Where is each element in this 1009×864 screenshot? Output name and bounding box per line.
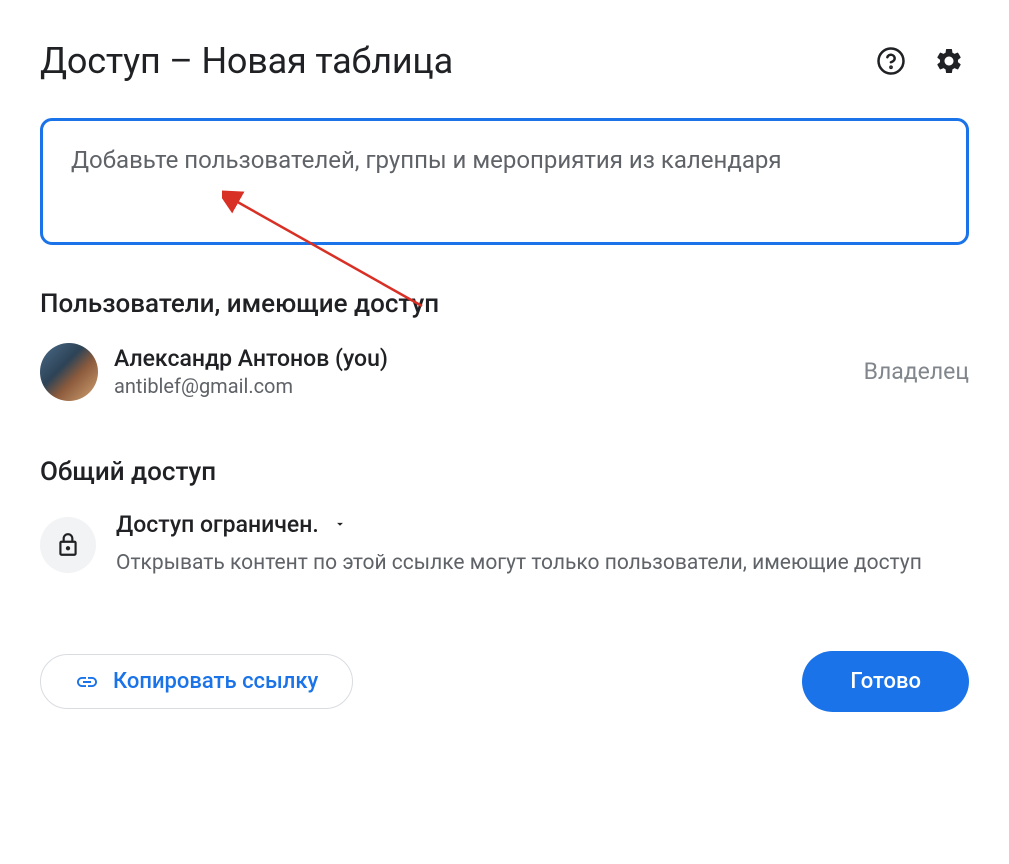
add-people-input[interactable]	[71, 141, 938, 218]
add-people-input-container[interactable]	[40, 118, 969, 245]
chevron-down-icon	[333, 517, 347, 531]
settings-button[interactable]	[929, 41, 969, 81]
copy-link-button[interactable]: Копировать ссылку	[40, 654, 353, 709]
general-access-section: Доступ ограничен. Открывать контент по э…	[40, 511, 969, 580]
users-section-heading: Пользователи, имеющие доступ	[40, 289, 969, 319]
user-email: antiblef@gmail.com	[114, 374, 848, 398]
gear-icon	[934, 46, 964, 76]
link-icon	[75, 670, 99, 694]
lock-icon	[55, 532, 81, 558]
dialog-title: Доступ – Новая таблица	[40, 40, 453, 82]
help-icon	[876, 46, 906, 76]
user-row: Александр Антонов (you) antiblef@gmail.c…	[40, 343, 969, 401]
copy-link-label: Копировать ссылку	[113, 669, 318, 694]
access-icon-circle	[40, 517, 96, 573]
user-info: Александр Антонов (you) antiblef@gmail.c…	[114, 345, 848, 398]
dialog-header: Доступ – Новая таблица	[40, 40, 969, 82]
access-details: Доступ ограничен. Открывать контент по э…	[116, 511, 969, 580]
user-name: Александр Антонов (you)	[114, 345, 848, 372]
header-actions	[871, 41, 969, 81]
access-description: Открывать контент по этой ссылке могут т…	[116, 548, 969, 580]
access-row: Доступ ограничен. Открывать контент по э…	[40, 511, 969, 580]
dialog-footer: Копировать ссылку Готово	[40, 651, 969, 712]
help-button[interactable]	[871, 41, 911, 81]
access-mode-label: Доступ ограничен.	[116, 511, 319, 538]
general-access-heading: Общий доступ	[40, 457, 969, 487]
access-mode-dropdown[interactable]: Доступ ограничен.	[116, 511, 969, 538]
done-label: Готово	[850, 669, 921, 694]
user-role: Владелец	[864, 358, 969, 385]
avatar	[40, 343, 98, 401]
done-button[interactable]: Готово	[802, 651, 969, 712]
